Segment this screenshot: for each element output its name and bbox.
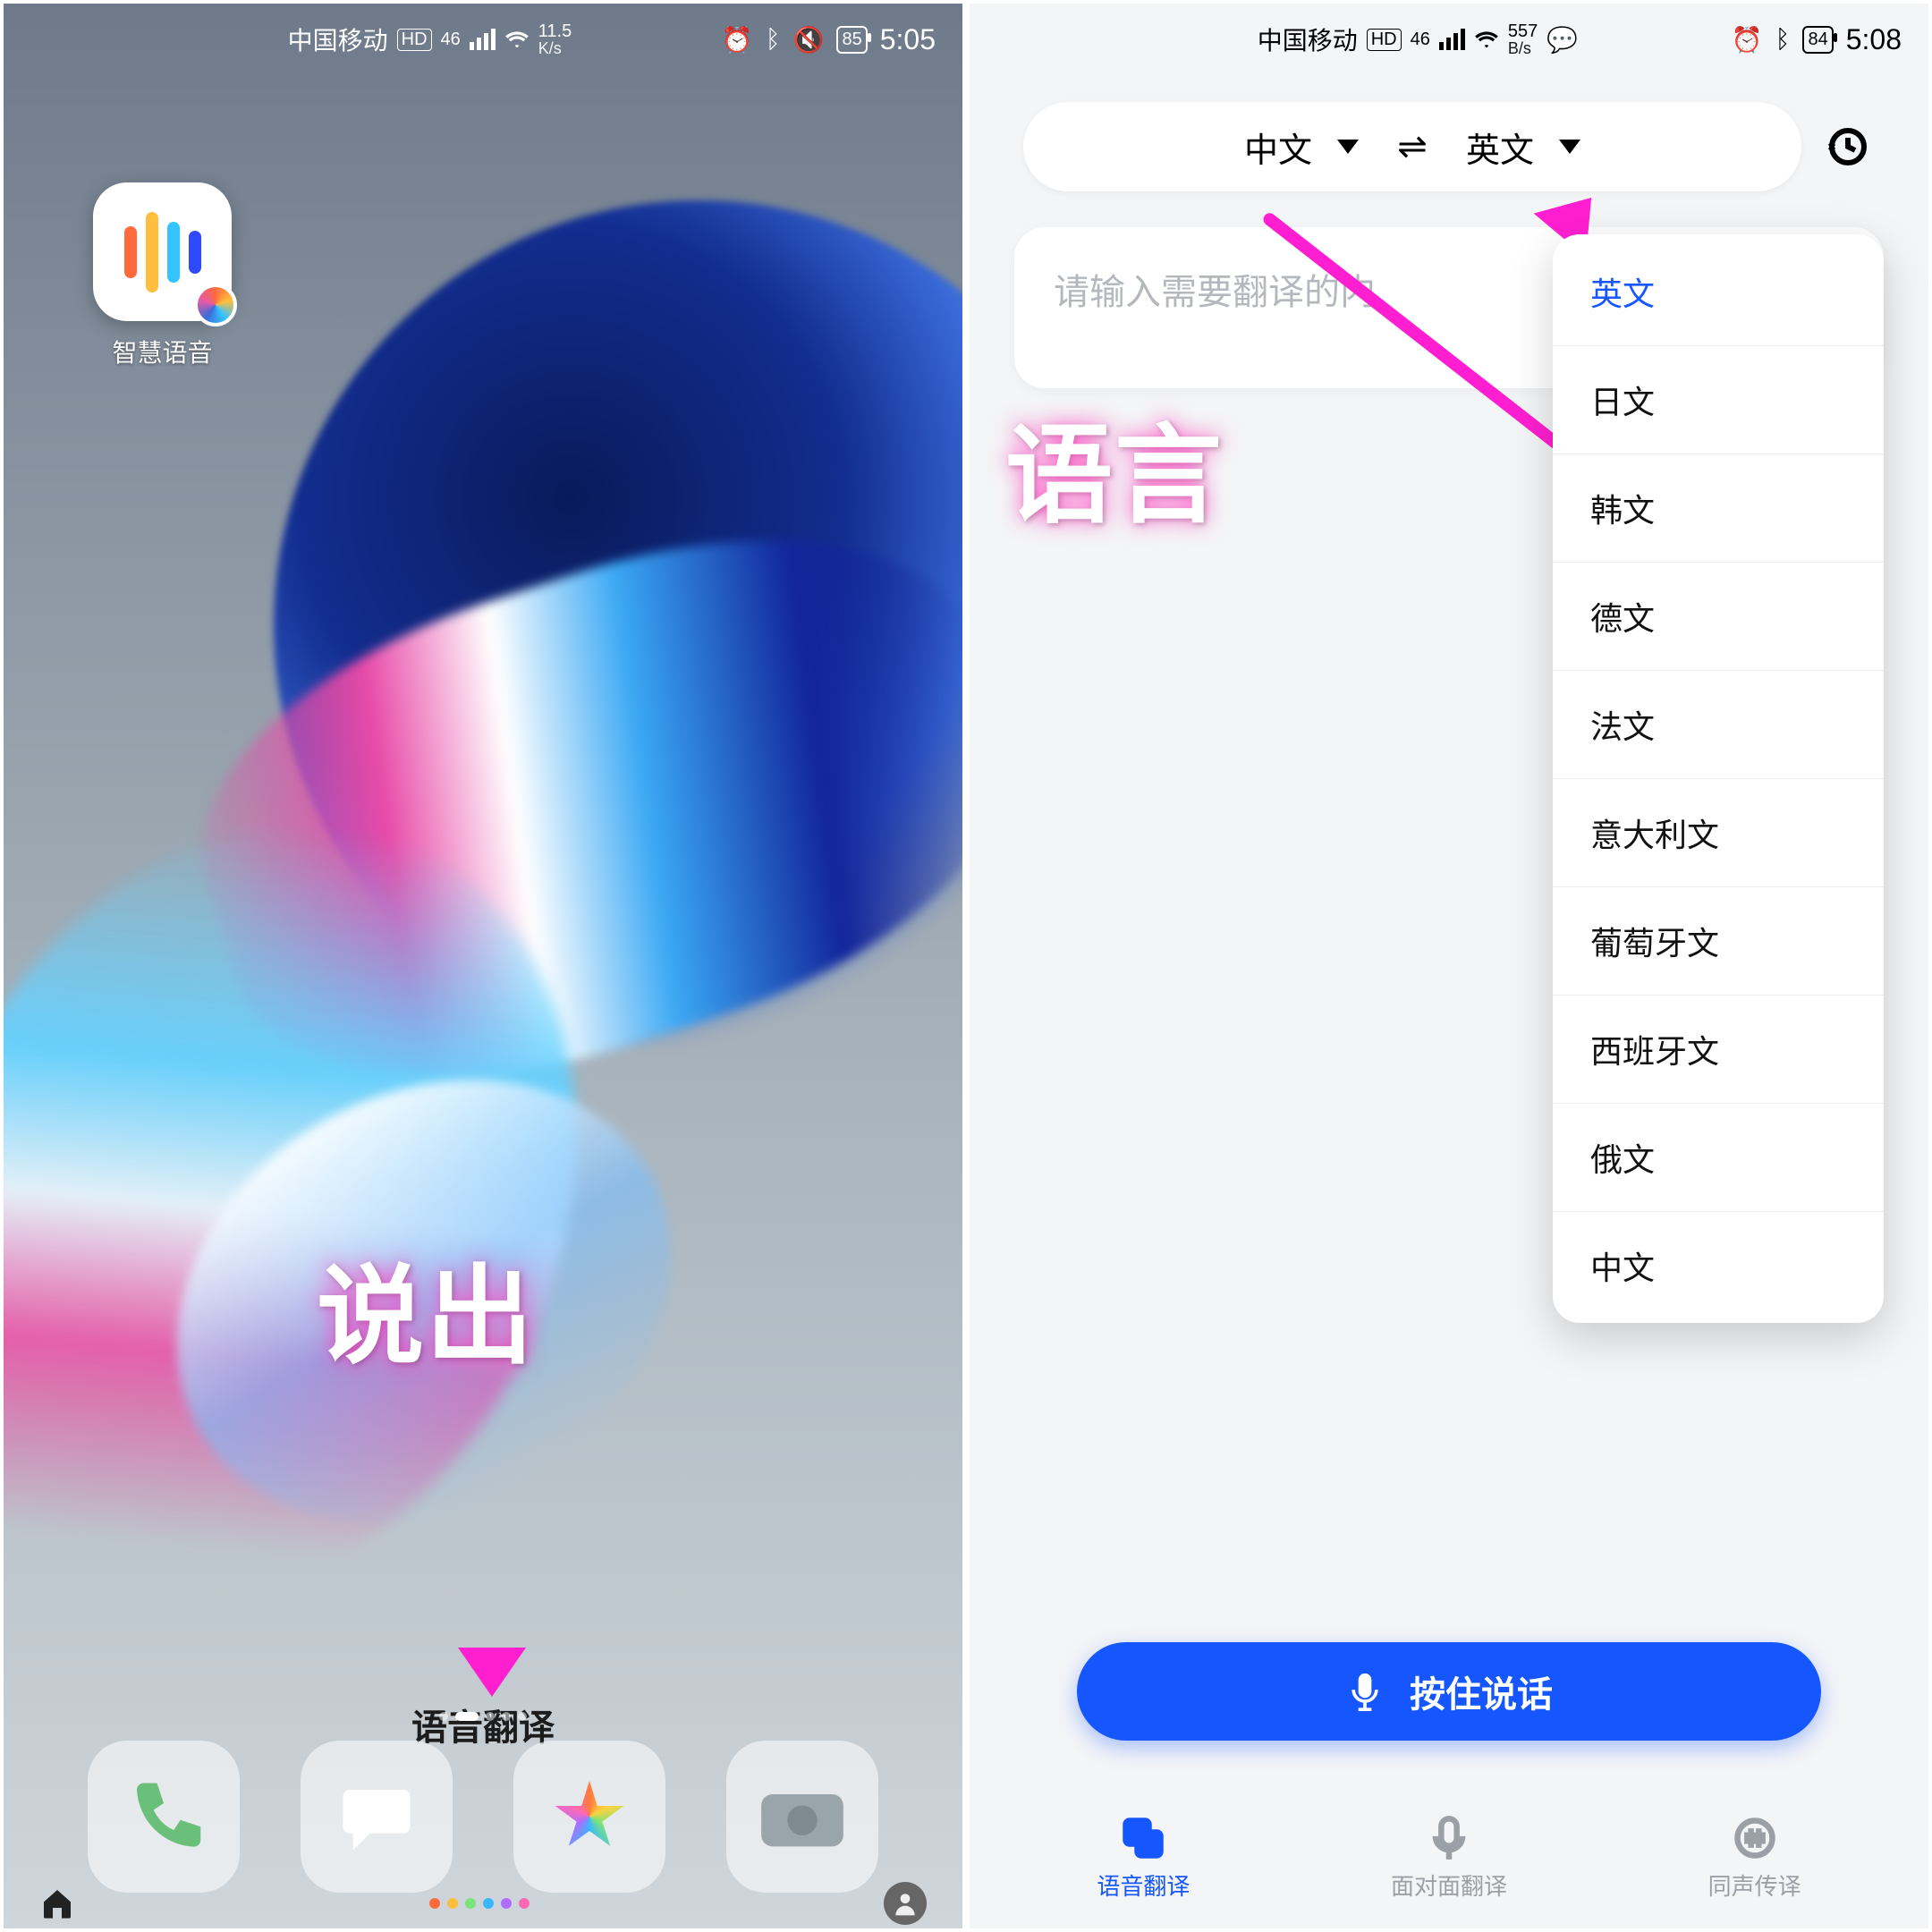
star-icon	[554, 1781, 625, 1852]
annotation-language: 语言	[1005, 388, 1224, 544]
home-icon[interactable]	[39, 1885, 75, 1921]
battery-indicator: 84	[1802, 26, 1833, 54]
profile-icon[interactable]	[884, 1882, 927, 1925]
app-icon-smart-voice[interactable]: 智慧语音	[93, 182, 232, 369]
hd-badge: HD	[1367, 29, 1402, 51]
language-option[interactable]: 英文	[1553, 238, 1884, 346]
annotation-arrow-head	[458, 1648, 526, 1697]
clock-label: 5:05	[880, 23, 936, 56]
language-option[interactable]: 法文	[1553, 671, 1884, 779]
phone-translator-app: 中国移动 HD 46 557 B/s 💬 ⏰ ᛒ 84 5:08 中文 ⇌ 英文	[966, 0, 1932, 1932]
wifi-icon	[1474, 27, 1499, 52]
chevron-down-icon	[1337, 140, 1359, 154]
nav-bar	[4, 1878, 962, 1928]
signal-icon	[470, 29, 496, 50]
speed-label: 11.5 K/s	[538, 22, 572, 56]
language-dropdown[interactable]: 英文日文韩文德文法文意大利文葡萄牙文西班牙文俄文中文	[1553, 234, 1884, 1323]
bluetooth-icon: ᛒ	[1775, 25, 1791, 54]
chevron-down-icon	[1559, 140, 1580, 154]
dock-gallery-icon[interactable]	[513, 1741, 665, 1893]
carrier-label: 中国移动	[1258, 21, 1358, 57]
app-icon-label: 智慧语音	[93, 334, 232, 369]
language-option[interactable]: 韩文	[1553, 454, 1884, 563]
language-option[interactable]: 西班牙文	[1553, 996, 1884, 1104]
bluetooth-icon: ᛒ	[766, 25, 781, 54]
language-option[interactable]: 俄文	[1553, 1104, 1884, 1212]
status-bar: 中国移动 HD 46 11.5 K/s ⏰ ᛒ 🔇 85 5:05	[4, 4, 962, 75]
net-label: 46	[441, 30, 461, 50]
bottom-tabbar: 文语音翻译面对面翻译同声传译	[970, 1806, 1928, 1911]
alarm-icon: ⏰	[1732, 25, 1763, 55]
svg-text:文: 文	[1133, 1824, 1148, 1842]
voice-bars-icon	[124, 212, 201, 292]
signal-icon	[1439, 29, 1465, 50]
annotation-say: 说出	[317, 1229, 535, 1385]
tab-simultaneous[interactable]: 同声传译	[1708, 1815, 1801, 1902]
hd-badge: HD	[397, 29, 432, 51]
language-option[interactable]: 德文	[1553, 563, 1884, 671]
language-option[interactable]: 日文	[1553, 346, 1884, 454]
input-placeholder: 请输入需要翻译的内	[1054, 273, 1376, 312]
alarm-icon: ⏰	[722, 25, 753, 55]
dock-messages-icon[interactable]	[301, 1741, 453, 1893]
wechat-icon: 💬	[1546, 25, 1578, 55]
language-option[interactable]: 中文	[1553, 1212, 1884, 1319]
swap-icon[interactable]: ⇌	[1384, 126, 1441, 167]
assistant-badge-icon	[194, 284, 237, 326]
page-indicator	[439, 1712, 527, 1721]
tab-face-to-face[interactable]: 面对面翻译	[1391, 1815, 1507, 1902]
tab-icon: 文	[1120, 1815, 1166, 1861]
clock-label: 5:08	[1846, 23, 1902, 56]
dock-phone-icon[interactable]	[88, 1741, 240, 1893]
tab-label: 同声传译	[1708, 1868, 1801, 1902]
phone-home-screen: 中国移动 HD 46 11.5 K/s ⏰ ᛒ 🔇 85 5:05 智慧语音 说…	[0, 0, 966, 1932]
dock-camera-icon[interactable]	[726, 1741, 878, 1893]
net-label: 46	[1411, 30, 1430, 50]
tab-voice-translate[interactable]: 文语音翻译	[1097, 1815, 1190, 1902]
lang-from-label: 中文	[1244, 123, 1312, 172]
wifi-icon	[504, 27, 530, 52]
language-bar: 中文 ⇌ 英文	[1023, 102, 1875, 191]
lang-from-chip[interactable]: 中文 ⇌ 英文	[1023, 102, 1801, 191]
carrier-label: 中国移动	[288, 21, 388, 57]
hold-to-talk-button[interactable]: 按住说话	[1077, 1642, 1821, 1741]
history-button[interactable]	[1818, 118, 1875, 175]
tab-label: 面对面翻译	[1391, 1868, 1507, 1902]
lang-to-label: 英文	[1466, 123, 1534, 172]
tab-icon	[1426, 1815, 1472, 1861]
tab-label: 语音翻译	[1097, 1868, 1190, 1902]
talk-button-label: 按住说话	[1410, 1665, 1553, 1717]
language-option[interactable]: 意大利文	[1553, 779, 1884, 887]
microphone-icon	[1345, 1672, 1385, 1711]
dock	[4, 1741, 962, 1893]
language-option[interactable]: 葡萄牙文	[1553, 887, 1884, 996]
status-bar: 中国移动 HD 46 557 B/s 💬 ⏰ ᛒ 84 5:08	[970, 4, 1928, 75]
mute-icon: 🔇	[793, 25, 825, 55]
battery-indicator: 85	[836, 26, 867, 54]
tab-icon	[1732, 1815, 1778, 1861]
speed-label: 557 B/s	[1508, 22, 1538, 56]
